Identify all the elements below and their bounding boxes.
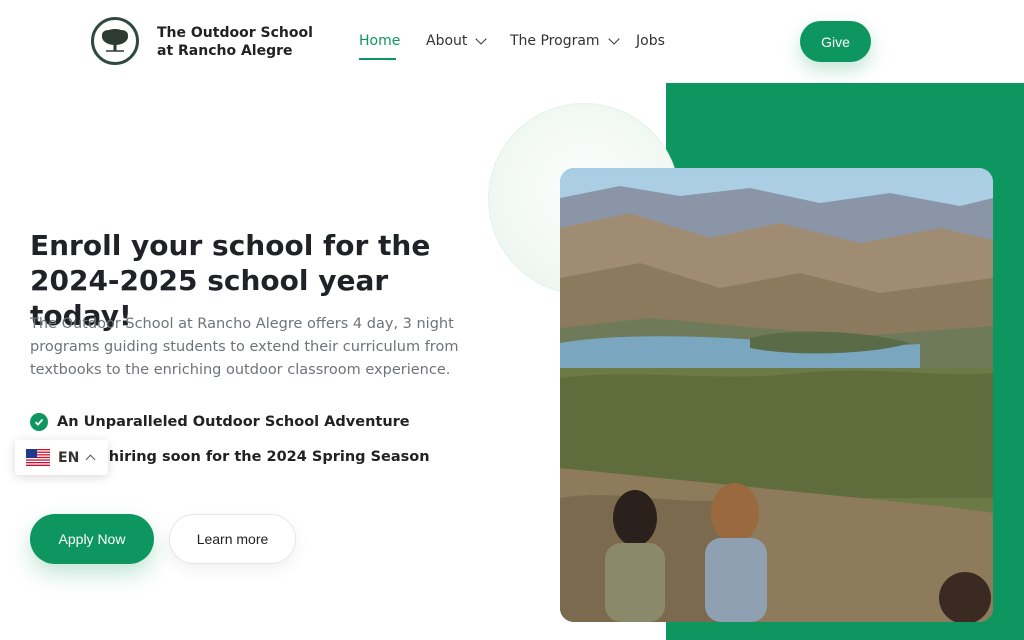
- hero-title-line-1: Enroll your school for the: [30, 229, 431, 262]
- feature-text: An Unparalleled Outdoor School Adventure: [57, 414, 410, 430]
- landscape-photo-icon: [560, 168, 993, 622]
- school-logo[interactable]: [91, 17, 139, 65]
- nav-jobs-label: Jobs: [636, 33, 665, 49]
- chevron-down-icon: [607, 33, 620, 45]
- nav-program-label: The Program: [510, 33, 600, 49]
- nav-the-program[interactable]: The Program: [510, 33, 620, 49]
- oak-tree-icon: [98, 24, 132, 58]
- hero-photo: [560, 168, 993, 622]
- chevron-down-icon: [475, 33, 488, 45]
- feature-text: We're hiring soon for the 2024 Spring Se…: [57, 449, 430, 465]
- check-circle-icon: [30, 413, 48, 431]
- us-flag-icon: [26, 449, 50, 466]
- nav-home-label: Home: [359, 33, 401, 49]
- chevron-up-icon: [85, 454, 96, 465]
- feature-item: An Unparalleled Outdoor School Adventure: [30, 413, 410, 431]
- brand-name[interactable]: The Outdoor School at Rancho Alegre: [157, 24, 313, 60]
- brand-line-1: The Outdoor School: [157, 25, 313, 41]
- give-button[interactable]: Give: [800, 21, 871, 62]
- nav-about-label: About: [426, 33, 468, 49]
- nav-home[interactable]: Home: [359, 33, 400, 49]
- apply-now-button[interactable]: Apply Now: [30, 514, 154, 564]
- nav-active-underline: [359, 58, 396, 60]
- nav-jobs[interactable]: Jobs: [636, 33, 665, 49]
- nav-about[interactable]: About: [426, 33, 488, 49]
- hero-description: The Outdoor School at Rancho Alegre offe…: [30, 316, 459, 378]
- language-switcher[interactable]: EN: [15, 440, 108, 475]
- brand-line-2: at Rancho Alegre: [157, 43, 293, 59]
- learn-more-button[interactable]: Learn more: [169, 514, 296, 564]
- language-code: EN: [58, 449, 80, 466]
